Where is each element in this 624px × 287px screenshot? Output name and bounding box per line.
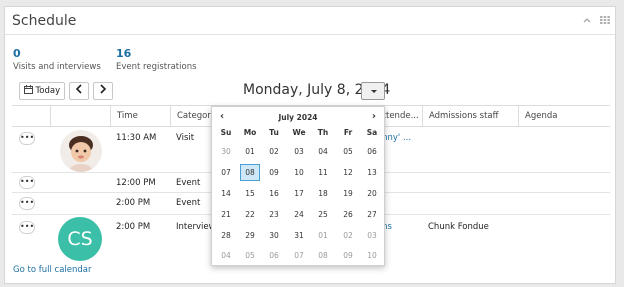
chevron-left-icon	[75, 84, 82, 94]
calendar-day[interactable]: 10	[289, 164, 309, 181]
avatar	[60, 130, 102, 172]
calendar-day[interactable]: 20	[362, 185, 382, 202]
row-time: 2:00 PM	[116, 222, 151, 232]
grid-menu-icon[interactable]	[599, 15, 611, 27]
stat-events-value: 16	[116, 47, 132, 60]
calendar-day[interactable]: 26	[338, 206, 358, 223]
calendar-dow: Th	[317, 128, 329, 137]
calendar-day[interactable]: 31	[289, 227, 309, 244]
calendar-day[interactable]: 10	[362, 247, 382, 264]
calendar-dow: Tu	[269, 128, 279, 137]
collapse-icon[interactable]	[581, 15, 593, 27]
calendar-day[interactable]: 27	[362, 206, 382, 223]
schedule-panel: Schedule 0 Visits and interviews 16 Even…	[4, 6, 616, 284]
calendar-day[interactable]: 28	[216, 227, 236, 244]
next-day-button[interactable]	[93, 82, 113, 100]
calendar-month-title[interactable]: July 2024	[212, 113, 384, 122]
calendar-day[interactable]: 29	[240, 227, 260, 244]
row-menu-button[interactable]: •••	[19, 221, 35, 234]
calendar-day[interactable]: 18	[313, 185, 333, 202]
stat-visits-value: 0	[13, 47, 21, 60]
calendar-day[interactable]: 24	[289, 206, 309, 223]
calendar-day[interactable]: 06	[362, 143, 382, 160]
calendar-day[interactable]: 21	[216, 206, 236, 223]
calendar-dow: Fr	[343, 128, 353, 137]
calendar-day[interactable]: 14	[216, 185, 236, 202]
row-time: 11:30 AM	[116, 133, 157, 143]
calendar-day[interactable]: 02	[338, 227, 358, 244]
calendar-day[interactable]: 08	[313, 247, 333, 264]
panel-title: Schedule	[12, 13, 77, 29]
calendar-day[interactable]: 09	[264, 164, 284, 181]
calendar-day[interactable]: 15	[240, 185, 260, 202]
calendar-day[interactable]: 03	[362, 227, 382, 244]
row-time: 12:00 PM	[116, 178, 156, 188]
calendar-day[interactable]: 30	[264, 227, 284, 244]
calendar-day[interactable]: 05	[240, 247, 260, 264]
calendar-icon	[23, 85, 33, 94]
col-admissions-staff: Admissions staff	[422, 106, 518, 127]
date-picker-toggle[interactable]	[361, 82, 385, 100]
row-category: Visit	[176, 133, 195, 143]
row-admissions-staff: Chunk Fondue	[428, 222, 489, 232]
panel-header: Schedule	[5, 7, 615, 35]
avatar: CS	[58, 217, 102, 261]
row-category: Interview	[176, 222, 216, 232]
calendar-day[interactable]: 13	[362, 164, 382, 181]
stat-events-label: Event registrations	[116, 62, 197, 72]
calendar-dow: Mo	[243, 128, 257, 137]
stat-events[interactable]: 16 Event registrations	[116, 47, 197, 72]
date-picker-popup: ‹ July 2024 › Su Mo Tu We Th Fr Sa 30 01 02 03 04 05…	[211, 106, 385, 266]
calendar-day[interactable]: 22	[240, 206, 260, 223]
calendar-day[interactable]: 12	[338, 164, 358, 181]
calendar-day[interactable]: 01	[240, 143, 260, 160]
col-time: Time	[110, 106, 170, 127]
calendar-dow: We	[292, 128, 306, 137]
calendar-next-month[interactable]: ›	[372, 111, 376, 122]
calendar-day[interactable]: 04	[313, 143, 333, 160]
row-time: 2:00 PM	[116, 198, 151, 208]
today-label: Today	[35, 86, 61, 96]
row-menu-button[interactable]: •••	[19, 132, 35, 145]
col-blank	[50, 106, 110, 127]
calendar-day[interactable]: 09	[338, 247, 358, 264]
chevron-right-icon	[100, 84, 107, 94]
calendar-day[interactable]: 07	[216, 164, 236, 181]
calendar-day[interactable]: 19	[338, 185, 358, 202]
col-agenda: Agenda	[518, 106, 610, 127]
calendar-day[interactable]: 23	[264, 206, 284, 223]
calendar-day[interactable]: 07	[289, 247, 309, 264]
calendar-dow: Su	[220, 128, 232, 137]
calendar-day[interactable]: 11	[313, 164, 333, 181]
calendar-day[interactable]: 02	[264, 143, 284, 160]
stat-visits[interactable]: 0 Visits and interviews	[13, 47, 101, 72]
calendar-day[interactable]: 05	[338, 143, 358, 160]
calendar-day[interactable]: 16	[264, 185, 284, 202]
stat-visits-label: Visits and interviews	[13, 62, 101, 72]
calendar-day[interactable]: 04	[216, 247, 236, 264]
calendar-day[interactable]: 08	[240, 164, 260, 181]
prev-day-button[interactable]	[69, 82, 89, 100]
calendar-day[interactable]: 01	[313, 227, 333, 244]
calendar-dow: Sa	[366, 128, 378, 137]
row-menu-button[interactable]: •••	[19, 176, 35, 189]
col-category: Category	[170, 106, 216, 127]
calendar-day[interactable]: 30	[216, 143, 236, 160]
full-calendar-link[interactable]: Go to full calendar	[13, 265, 92, 275]
calendar-day[interactable]: 03	[289, 143, 309, 160]
today-button[interactable]: Today	[19, 82, 65, 100]
calendar-day[interactable]: 17	[289, 185, 309, 202]
row-menu-button[interactable]: •••	[19, 197, 35, 210]
calendar-day[interactable]: 06	[264, 247, 284, 264]
row-category: Event	[176, 178, 201, 188]
calendar-day[interactable]: 25	[313, 206, 333, 223]
row-category: Event	[176, 198, 201, 208]
